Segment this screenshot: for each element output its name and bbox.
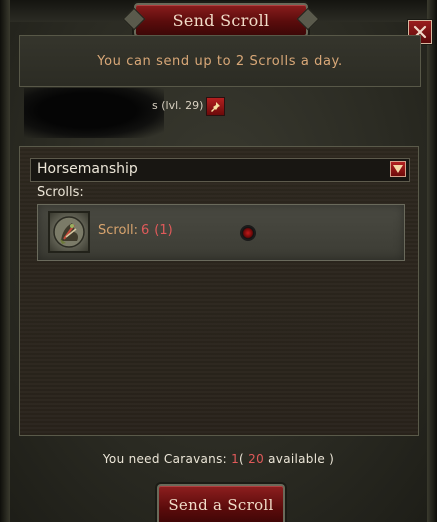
- info-message: You can send up to 2 Scrolls a day.: [97, 53, 343, 69]
- send-scroll-dialog: Send Scroll You can send up to 2 Scrolls…: [0, 0, 437, 522]
- pin-icon: [211, 102, 220, 112]
- title-plate: Send Scroll: [134, 3, 308, 37]
- scrolls-label: Scrolls:: [37, 185, 84, 200]
- scroll-count: 6: [141, 223, 150, 238]
- scroll-label-text: Scroll:: [98, 223, 139, 238]
- info-box: You can send up to 2 Scrolls a day.: [19, 35, 421, 87]
- dropdown-arrow-button[interactable]: [390, 161, 406, 177]
- caravans-requirement: You need Caravans: 1( 20 available ): [0, 452, 437, 466]
- caravans-available: 20: [248, 452, 265, 466]
- left-frame: [0, 0, 10, 522]
- caravans-suffix: available ): [268, 452, 335, 466]
- send-button-label: Send a Scroll: [168, 496, 274, 514]
- send-scroll-button[interactable]: Send a Scroll: [157, 484, 285, 522]
- scroll-list-item[interactable]: Scroll: 6 (1): [37, 204, 405, 261]
- scroll-item-icon: [48, 211, 90, 253]
- caravans-needed: 1: [231, 452, 240, 466]
- recipient-level: s (lvl. 29): [152, 99, 204, 112]
- dialog-title: Send Scroll: [172, 10, 270, 30]
- recipient: s (lvl. 29): [24, 88, 234, 138]
- scroll-type-dropdown[interactable]: Horsemanship: [30, 158, 410, 182]
- caravans-prefix: You need Caravans:: [102, 452, 227, 466]
- caravans-open-paren: (: [239, 452, 245, 466]
- dropdown-arrow-icon: [393, 165, 403, 173]
- right-frame: [427, 0, 437, 522]
- scroll-item-label: Scroll: 6 (1): [98, 223, 173, 238]
- recipient-name-redacted: [24, 88, 164, 138]
- scroll-count-paren: (1): [154, 223, 173, 238]
- dropdown-selected-value: Horsemanship: [37, 161, 138, 177]
- pin-button[interactable]: [206, 97, 225, 116]
- scroll-select-radio[interactable]: [240, 225, 256, 241]
- main-panel: Horsemanship Scrolls: Scroll: 6 (1): [19, 146, 419, 436]
